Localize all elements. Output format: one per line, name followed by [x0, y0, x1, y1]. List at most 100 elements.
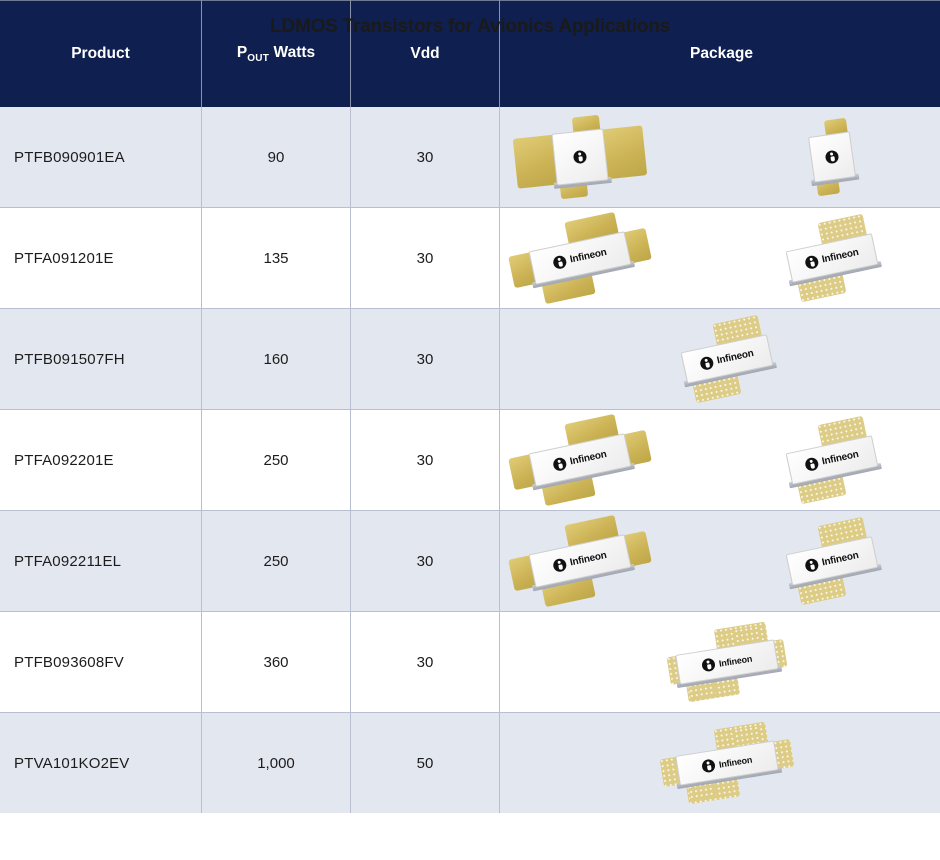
table-row[interactable]: PTFB093608FV 360 30 Infineon — [0, 611, 940, 713]
transistor-package-graphic: Infineon — [664, 312, 789, 406]
infineon-wordmark: Infineon — [717, 653, 753, 669]
infineon-logo: Infineon — [803, 549, 860, 574]
infineon-mark-icon — [572, 149, 587, 165]
transistor-package-graphic: Infineon — [503, 208, 655, 308]
infineon-mark-icon — [551, 456, 568, 473]
cell-pout-watts: 135 — [201, 207, 351, 309]
infineon-mark-icon — [551, 254, 568, 271]
package-image-group: Infineon Infineon — [502, 511, 940, 611]
infineon-logo: Infineon — [803, 448, 860, 473]
cell-package: Infineon — [499, 308, 940, 410]
page-title: LDMOS Transistors for Avionics Applicati… — [270, 16, 670, 37]
package-image: Infineon — [507, 514, 652, 608]
package-image-group — [502, 107, 940, 207]
infineon-wordmark: Infineon — [715, 347, 755, 367]
cell-vdd: 50 — [350, 712, 500, 813]
package-image-group: Infineon — [502, 713, 940, 813]
cell-vdd: 30 — [350, 611, 500, 713]
infineon-wordmark: Infineon — [820, 448, 860, 468]
cell-pout-watts: 360 — [201, 611, 351, 713]
transistor-package-graphic: Infineon — [769, 413, 894, 507]
cell-pout-watts: 90 — [201, 107, 351, 208]
ldmos-transistor-table: Product POUT Watts Vdd Package PTFB09090… — [0, 0, 940, 813]
infineon-mark-icon — [824, 149, 839, 165]
infineon-logo: Infineon — [551, 448, 608, 473]
cell-pout-watts: 1,000 — [201, 712, 351, 813]
cell-pout-watts: 250 — [201, 510, 351, 612]
infineon-wordmark: Infineon — [820, 246, 860, 266]
cell-package: Infineon — [499, 712, 940, 813]
cell-product: PTFA092201E — [0, 409, 202, 511]
transistor-package-graphic: Infineon — [503, 410, 655, 510]
infineon-mark-icon — [803, 254, 820, 271]
cell-product: PTFB091507FH — [0, 308, 202, 410]
transistor-package-graphic: Infineon — [656, 719, 797, 807]
transistor-package-graphic — [511, 111, 648, 202]
transistor-package-graphic: Infineon — [663, 620, 790, 704]
infineon-wordmark: Infineon — [568, 246, 608, 266]
cell-product: PTFA092211EL — [0, 510, 202, 612]
transistor-package-graphic: Infineon — [769, 211, 894, 305]
infineon-mark-icon — [803, 557, 820, 574]
infineon-logo: Infineon — [700, 753, 753, 774]
transistor-package-graphic — [792, 116, 871, 197]
package-image: Infineon — [671, 314, 783, 404]
cell-vdd: 30 — [350, 207, 500, 309]
infineon-logo: Infineon — [551, 246, 608, 271]
table-row[interactable]: PTFA092211EL 250 30 Infineon Infineon — [0, 510, 940, 612]
package-image: Infineon — [507, 413, 652, 507]
infineon-logo: Infineon — [700, 652, 753, 673]
infineon-mark-icon — [551, 557, 568, 574]
table-row[interactable]: PTFA091201E 135 30 Infineon Infineon — [0, 207, 940, 309]
infineon-wordmark: Infineon — [568, 549, 608, 569]
infineon-logo: Infineon — [803, 246, 860, 271]
infineon-mark-icon — [698, 355, 715, 372]
package-image-group: Infineon Infineon — [502, 410, 940, 510]
table-row[interactable]: PTFA092201E 250 30 Infineon Infineon — [0, 409, 940, 511]
infineon-mark-icon — [700, 657, 716, 673]
infineon-wordmark: Infineon — [717, 754, 753, 770]
infineon-wordmark: Infineon — [820, 549, 860, 569]
infineon-logo — [572, 149, 587, 165]
infineon-logo — [824, 149, 839, 165]
cell-package: Infineon Infineon — [499, 207, 940, 309]
package-body — [807, 131, 856, 183]
package-image — [512, 114, 647, 200]
package-image: Infineon — [776, 415, 888, 505]
cell-package: Infineon — [499, 611, 940, 713]
infineon-mark-icon — [803, 456, 820, 473]
cell-product: PTFA091201E — [0, 207, 202, 309]
cell-package — [499, 107, 940, 208]
infineon-mark-icon — [700, 758, 716, 774]
cell-vdd: 30 — [350, 308, 500, 410]
cell-package: Infineon Infineon — [499, 510, 940, 612]
cell-product: PTFB093608FV — [0, 611, 202, 713]
package-image-group: Infineon — [502, 309, 940, 409]
cell-package: Infineon Infineon — [499, 409, 940, 511]
package-image: Infineon — [666, 621, 787, 703]
package-image: Infineon — [776, 213, 888, 303]
transistor-package-graphic: Infineon — [503, 511, 655, 611]
package-image: Infineon — [659, 721, 794, 805]
infineon-wordmark: Infineon — [568, 448, 608, 468]
slide-root: LDMOS Transistors for Avionics Applicati… — [0, 0, 940, 860]
transistor-package-graphic: Infineon — [769, 514, 894, 608]
package-image-group: Infineon — [502, 612, 940, 712]
table-row[interactable]: PTFB091507FH 160 30 Infineon — [0, 308, 940, 410]
cell-product: PTFB090901EA — [0, 107, 202, 208]
cell-product: PTVA101KO2EV — [0, 712, 202, 813]
table-body: PTFB090901EA 90 30 PTFA091201E 135 30 Infineon… — [0, 107, 940, 813]
cell-pout-watts: 250 — [201, 409, 351, 511]
infineon-logo: Infineon — [551, 549, 608, 574]
table-row[interactable]: PTVA101KO2EV 1,000 50 Infineon — [0, 712, 940, 813]
package-image: Infineon — [507, 211, 652, 305]
cell-vdd: 30 — [350, 107, 500, 208]
pout-label-subscript: OUT — [247, 53, 270, 65]
cell-pout-watts: 160 — [201, 308, 351, 410]
infineon-logo: Infineon — [698, 347, 755, 372]
table-row[interactable]: PTFB090901EA 90 30 — [0, 107, 940, 208]
cell-vdd: 30 — [350, 510, 500, 612]
package-body — [550, 128, 609, 186]
package-image — [797, 117, 867, 197]
package-image-group: Infineon Infineon — [502, 208, 940, 308]
